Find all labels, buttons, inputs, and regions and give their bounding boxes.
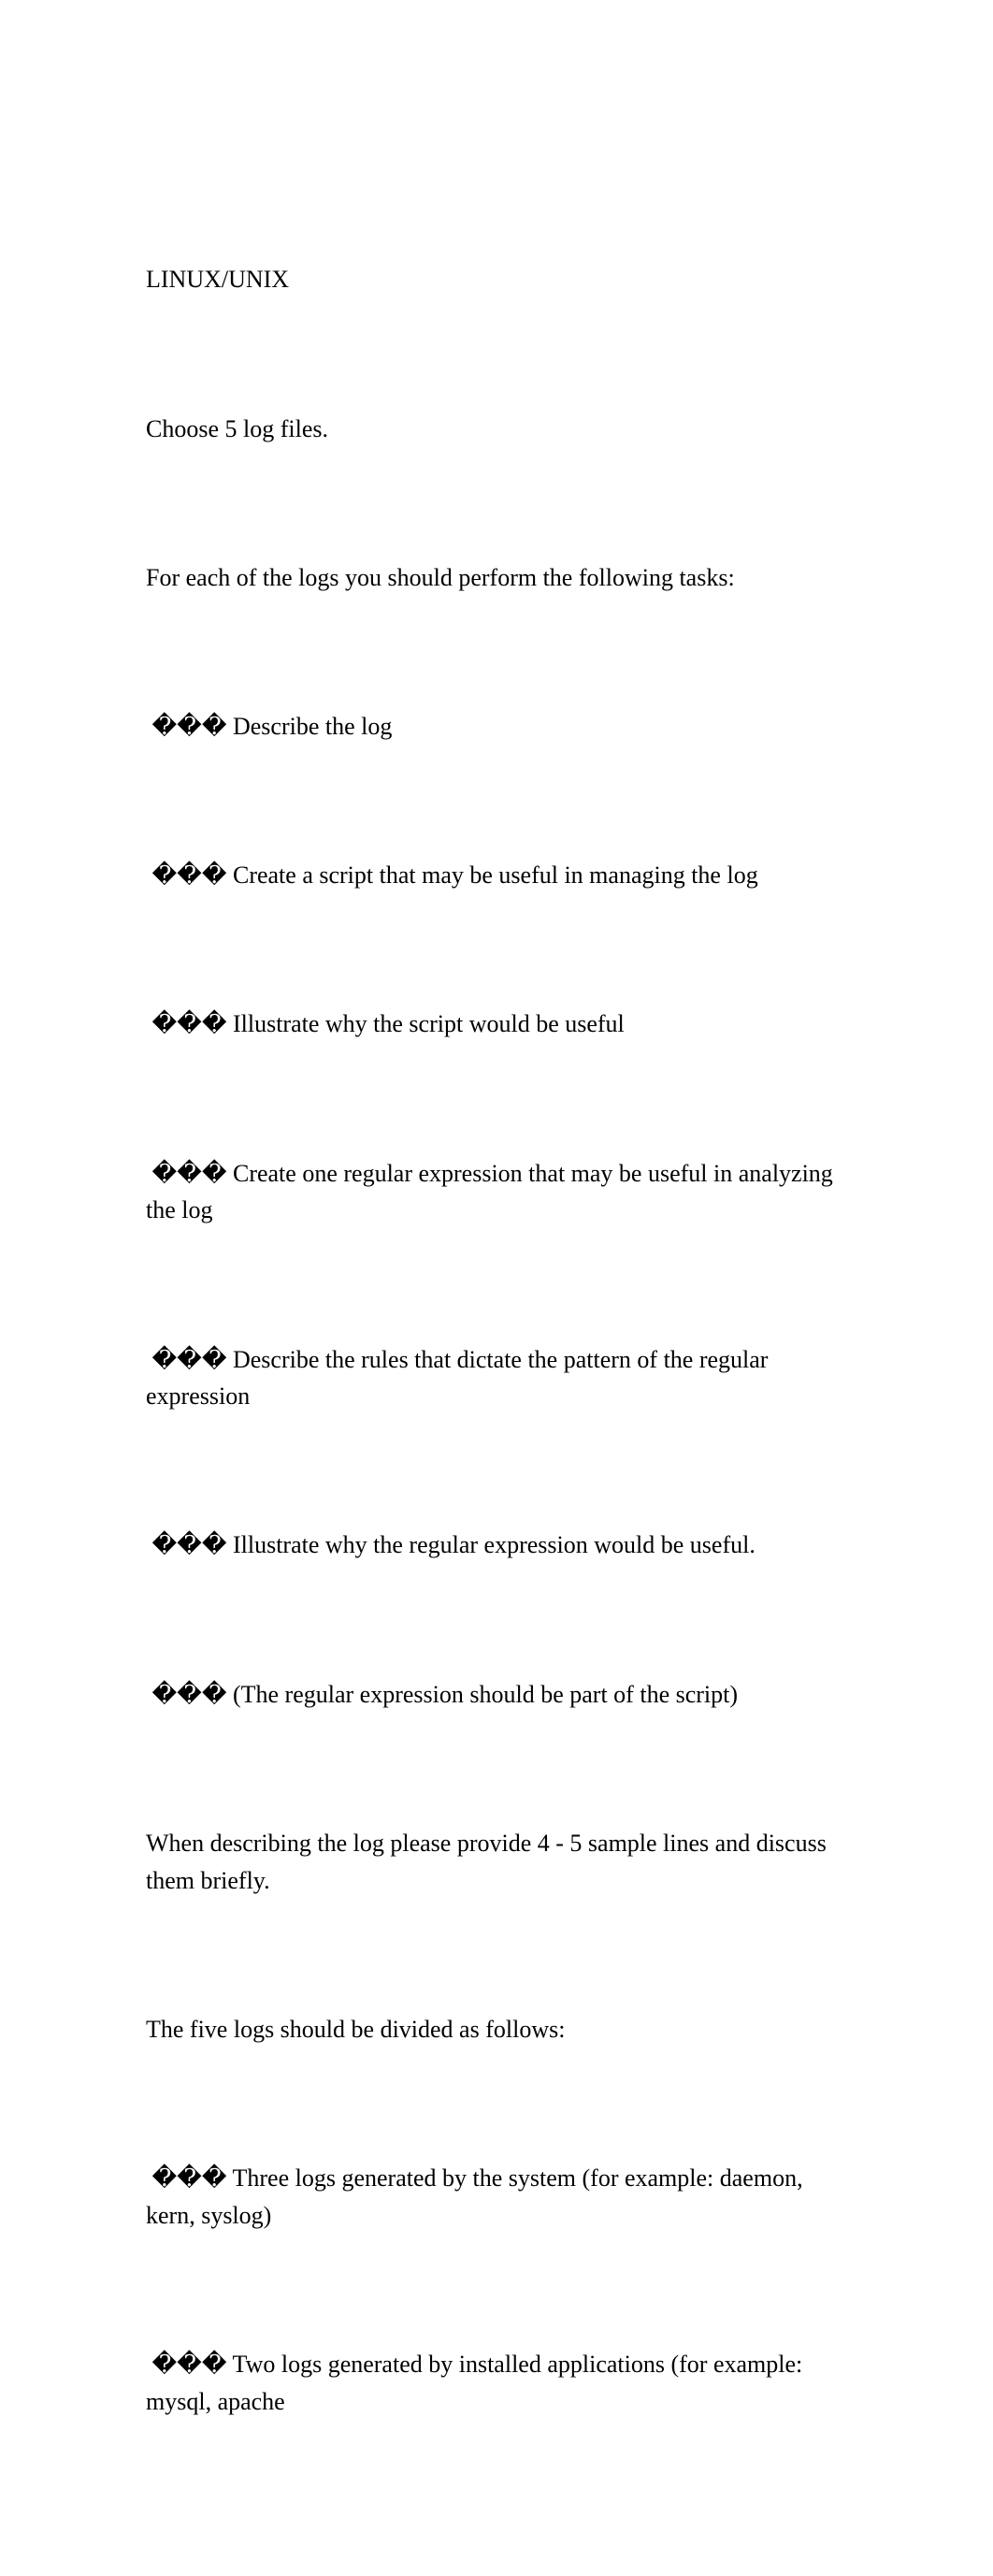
blank-line-spacer xyxy=(146,2532,845,2569)
task-illustrate-regex: ��� Illustrate why the regular expressio… xyxy=(146,1531,756,1559)
document-page: LINUX/UNIX Choose 5 log files. For each … xyxy=(0,0,993,2415)
division-app-logs: ��� Two logs generated by installed appl… xyxy=(146,2351,809,2415)
task-illustrate-script: ��� Illustrate why the script would be u… xyxy=(146,1010,625,1038)
task-create-regex: ��� Create one regular expression that m… xyxy=(146,1159,840,1224)
sample-lines-note: When describing the log please provide 4… xyxy=(146,1829,833,1894)
choose-log-files: Choose 5 log files. xyxy=(146,414,328,442)
task-describe-log: ��� Describe the log xyxy=(146,712,393,740)
division-system-logs: ��� Three logs generated by the system (… xyxy=(146,2164,810,2229)
task-regex-in-script: ��� (The regular expression should be pa… xyxy=(146,1680,739,1708)
division-intro: The five logs should be divided as follo… xyxy=(146,2015,566,2043)
document-body: LINUX/UNIX Choose 5 log files. For each … xyxy=(146,150,845,2576)
task-describe-rules: ��� Describe the rules that dictate the … xyxy=(146,1345,774,1411)
tasks-intro: For each of the logs you should perform … xyxy=(146,563,735,591)
heading-linux-unix: LINUX/UNIX xyxy=(146,266,290,294)
task-create-script: ��� Create a script that may be useful i… xyxy=(146,861,758,890)
